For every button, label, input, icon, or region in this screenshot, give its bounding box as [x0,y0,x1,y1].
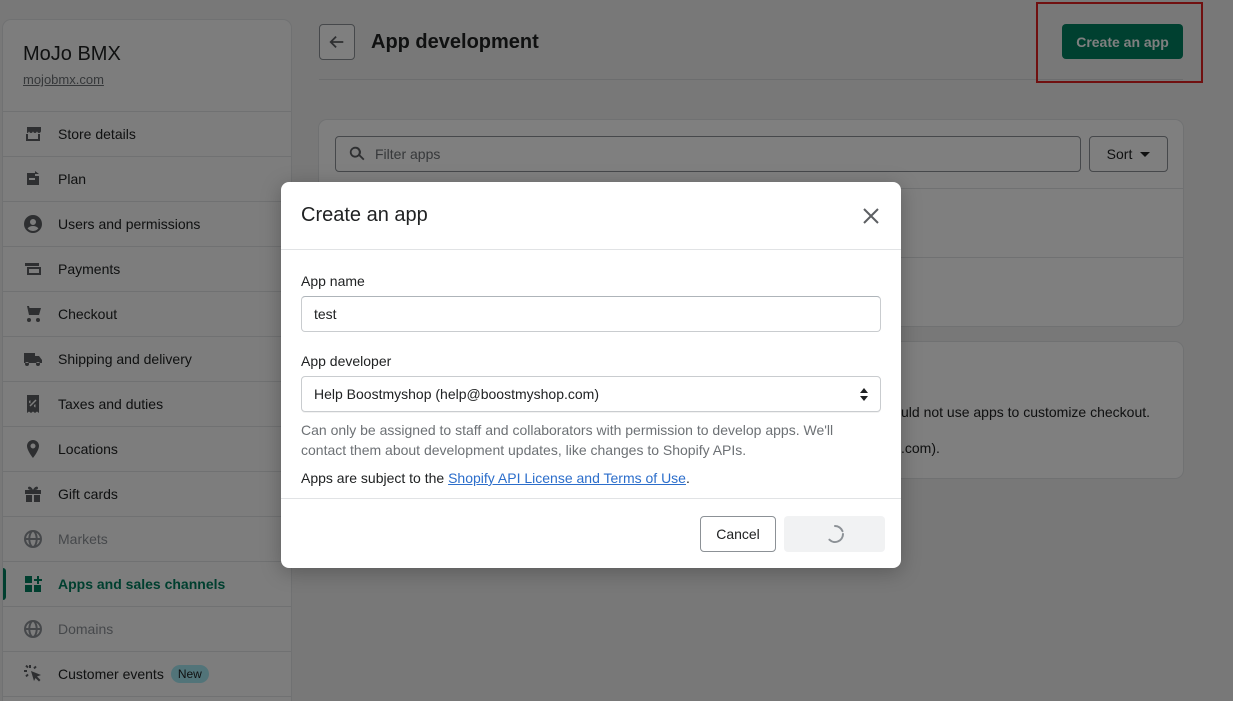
create-app-submit-button[interactable] [784,516,885,552]
terms-suffix: . [685,470,690,486]
modal-header: Create an app [281,182,901,250]
terms-text: Apps are subject to the Shopify API Lice… [301,468,881,488]
spinner-icon [827,524,844,543]
app-name-label: App name [301,273,365,289]
app-name-input[interactable]: test [301,296,881,332]
app-developer-value: Help Boostmyshop (help@boostmyshop.com) [314,386,600,402]
modal-footer: Cancel [281,499,901,567]
app-developer-select[interactable]: Help Boostmyshop (help@boostmyshop.com) [301,376,881,412]
terms-link[interactable]: Shopify API License and Terms of Use [448,470,686,486]
select-arrows-icon [860,388,868,401]
close-icon[interactable] [861,206,881,226]
modal-title: Create an app [301,204,428,226]
app-developer-label: App developer [301,353,392,369]
terms-prefix: Apps are subject to the [301,470,449,486]
modal-body: App name test App developer Help Boostmy… [281,250,901,499]
cancel-button[interactable]: Cancel [700,516,776,552]
create-app-modal: Create an app App name test App develope… [281,182,901,568]
developer-help-text: Can only be assigned to staff and collab… [301,422,834,458]
